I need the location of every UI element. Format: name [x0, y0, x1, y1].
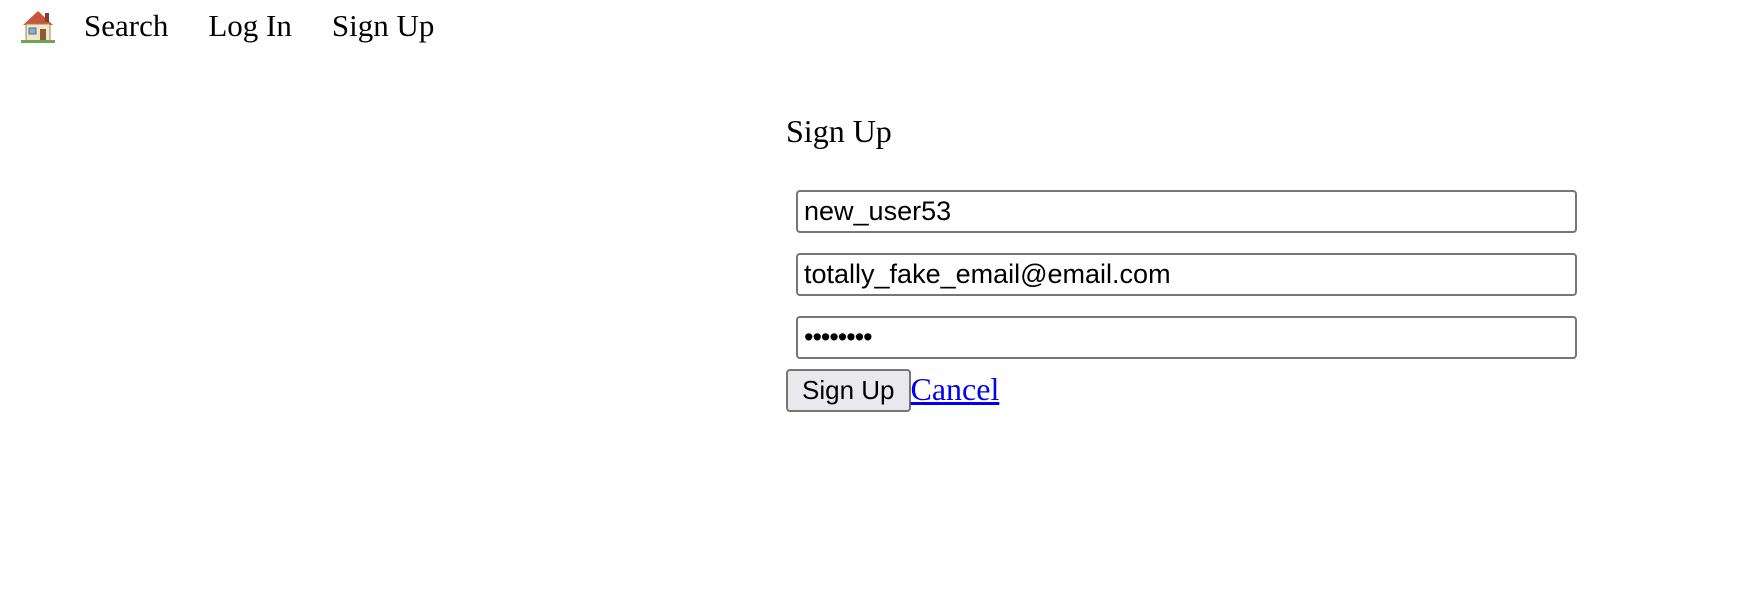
- signup-form: Sign Up Sign Up Cancel: [786, 110, 1586, 412]
- house-icon-graphic: [21, 11, 55, 43]
- username-field[interactable]: [796, 190, 1577, 233]
- nav-link-search[interactable]: Search: [84, 8, 168, 44]
- password-field[interactable]: [796, 316, 1577, 359]
- top-nav: Search Log In Sign Up: [21, 6, 474, 46]
- form-actions: Sign Up Cancel: [786, 369, 1586, 412]
- nav-link-signup[interactable]: Sign Up: [332, 8, 435, 44]
- cancel-link[interactable]: Cancel: [911, 371, 1000, 407]
- email-field[interactable]: [796, 253, 1577, 296]
- form-title: Sign Up: [786, 113, 892, 149]
- nav-link-login[interactable]: Log In: [208, 8, 292, 44]
- house-icon[interactable]: [21, 9, 55, 43]
- sign-up-button[interactable]: Sign Up: [786, 369, 911, 412]
